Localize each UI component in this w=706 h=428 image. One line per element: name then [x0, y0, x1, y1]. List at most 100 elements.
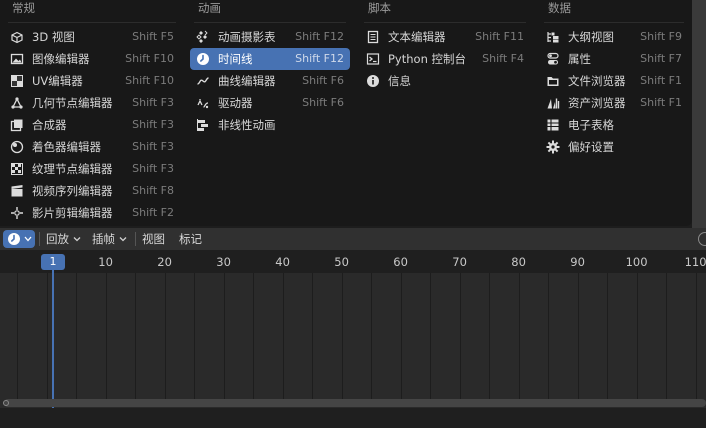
- shortcut-label: Shift F12: [295, 30, 344, 43]
- menu-item-label: Python 控制台: [388, 52, 467, 66]
- shader-editor-icon: [10, 140, 24, 154]
- menu-item[interactable]: 电子表格: [540, 114, 688, 136]
- menu-item[interactable]: 图像编辑器 Shift F10: [4, 48, 180, 70]
- scrollbar-handle-icon[interactable]: [3, 400, 9, 406]
- menu-item[interactable]: 资产浏览器 Shift F1: [540, 92, 688, 114]
- marker-menu[interactable]: 标记: [179, 228, 202, 250]
- texture-nodes-icon: [10, 162, 24, 176]
- editor-type-menu: 常规 3D 视图 Shift F5 图像编辑器 Shift F10 UV编辑器 Shift…: [0, 0, 692, 226]
- divider: [194, 22, 346, 23]
- frame-tick-label: 50: [334, 255, 349, 269]
- shortcut-label: Shift F3: [132, 140, 174, 153]
- frame-ruler[interactable]: 10 20 30 40 50 60 70 80 90 100 110: [0, 250, 706, 273]
- grid-line: [224, 273, 225, 403]
- menu-item[interactable]: 属性 Shift F7: [540, 48, 688, 70]
- menu-item[interactable]: 曲线编辑器 Shift F6: [190, 70, 350, 92]
- geometry-nodes-icon: [10, 96, 24, 110]
- timeline-area[interactable]: 10 20 30 40 50 60 70 80 90 100 110 1: [0, 250, 706, 428]
- menu-item-label: 着色器编辑器: [32, 140, 101, 154]
- frame-tick-label: 70: [452, 255, 467, 269]
- grid-line: [548, 273, 549, 403]
- menu-item-label: 驱动器: [218, 96, 253, 110]
- grid-line: [430, 273, 431, 403]
- menu-item-label: UV编辑器: [32, 74, 83, 88]
- grid-line: [165, 273, 166, 403]
- outliner-icon: [546, 30, 560, 44]
- shortcut-label: Shift F11: [475, 30, 524, 43]
- menu-item-label: 纹理节点编辑器: [32, 162, 113, 176]
- menu-column-general: 常规 3D 视图 Shift F5 图像编辑器 Shift F10 UV编辑器 Shift…: [0, 0, 184, 224]
- frame-tick-label: 30: [216, 255, 231, 269]
- menu-item[interactable]: 纹理节点编辑器 Shift F3: [4, 158, 180, 180]
- divider: [39, 232, 40, 246]
- timeline-header: 回放 插帧 视图 标记: [0, 228, 706, 250]
- current-frame-indicator[interactable]: 1: [41, 254, 65, 270]
- menu-item[interactable]: 动画摄影表 Shift F12: [190, 26, 350, 48]
- playhead[interactable]: [52, 270, 54, 408]
- shortcut-label: Shift F3: [132, 96, 174, 109]
- menu-item[interactable]: 合成器 Shift F3: [4, 114, 180, 136]
- info-icon: [366, 74, 380, 88]
- menu-item-label: 影片剪辑编辑器: [32, 206, 113, 220]
- menu-item[interactable]: 文本编辑器 Shift F11: [360, 26, 530, 48]
- shortcut-label: Shift F3: [132, 162, 174, 175]
- menu-item-label: 动画摄影表: [218, 30, 276, 44]
- keying-menu[interactable]: 插帧: [92, 228, 127, 250]
- spreadsheet-icon: [546, 118, 560, 132]
- frame-tick-label: 80: [511, 255, 526, 269]
- grid-line: [135, 273, 136, 403]
- menu-item[interactable]: 驱动器 Shift F6: [190, 92, 350, 114]
- menu-item-label: 3D 视图: [32, 30, 75, 44]
- timeline-icon: [7, 232, 21, 246]
- menu-item[interactable]: 大纲视图 Shift F9: [540, 26, 688, 48]
- view-menu[interactable]: 视图: [142, 228, 165, 250]
- shortcut-label: Shift F10: [125, 74, 174, 87]
- compositor-icon: [10, 118, 24, 132]
- view3d-icon: [10, 30, 24, 44]
- menu-item-label: 图像编辑器: [32, 52, 90, 66]
- grid-line: [312, 273, 313, 403]
- python-console-icon: [366, 52, 380, 66]
- horizontal-scrollbar[interactable]: [4, 399, 706, 407]
- menu-item[interactable]: 偏好设置: [540, 136, 688, 158]
- menu-item-label: 大纲视图: [568, 30, 614, 44]
- menu-item[interactable]: 时间线 Shift F12: [190, 48, 350, 70]
- menu-item[interactable]: 着色器编辑器 Shift F3: [4, 136, 180, 158]
- text-editor-icon: [366, 30, 380, 44]
- menu-item-label: 文本编辑器: [388, 30, 446, 44]
- playback-menu[interactable]: 回放: [46, 228, 81, 250]
- menu-item[interactable]: 文件浏览器 Shift F1: [540, 70, 688, 92]
- menu-item[interactable]: UV编辑器 Shift F10: [4, 70, 180, 92]
- graph-editor-icon: [196, 74, 210, 88]
- editor-type-button[interactable]: [3, 230, 35, 248]
- region-toggle-icon[interactable]: [698, 232, 706, 246]
- menu-item[interactable]: 信息: [360, 70, 530, 92]
- frame-tick-label: 110: [684, 255, 706, 269]
- frame-tick-label: 60: [393, 255, 408, 269]
- menu-item[interactable]: 非线性动画: [190, 114, 350, 136]
- grid-line: [47, 273, 48, 403]
- chevron-down-icon: [24, 233, 32, 245]
- chevron-down-icon: [73, 228, 81, 242]
- menu-item-label: 信息: [388, 74, 411, 88]
- menu-item[interactable]: 3D 视图 Shift F5: [4, 26, 180, 48]
- divider: [135, 232, 136, 246]
- grid-line: [696, 273, 697, 403]
- column-header: 动画: [198, 1, 221, 15]
- grid-line: [519, 273, 520, 403]
- timeline-icon: [196, 52, 210, 66]
- shortcut-label: Shift F6: [302, 74, 344, 87]
- grid-line: [283, 273, 284, 403]
- menu-item[interactable]: 影片剪辑编辑器 Shift F2: [4, 202, 180, 224]
- menu-item[interactable]: 几何节点编辑器 Shift F3: [4, 92, 180, 114]
- menu-item[interactable]: Python 控制台 Shift F4: [360, 48, 530, 70]
- column-header: 脚本: [368, 1, 391, 15]
- grid-line: [194, 273, 195, 403]
- menu-item[interactable]: 视频序列编辑器 Shift F8: [4, 180, 180, 202]
- menu-column-animation: 动画 动画摄影表 Shift F12 时间线 Shift F12 曲线编辑器 Shift …: [186, 0, 354, 136]
- menu-item-label: 偏好设置: [568, 140, 614, 154]
- menu-item-label: 曲线编辑器: [218, 74, 276, 88]
- grid-line: [637, 273, 638, 403]
- shortcut-label: Shift F9: [640, 30, 682, 43]
- grid-line: [460, 273, 461, 403]
